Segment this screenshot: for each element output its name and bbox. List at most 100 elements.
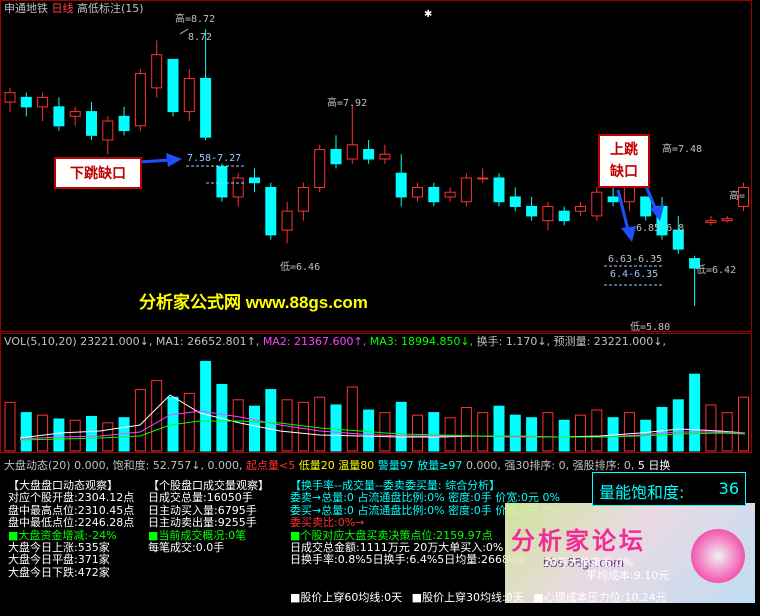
candle-body[interactable] (363, 149, 375, 160)
candle-body[interactable] (297, 186, 309, 212)
market-v3: 0.000, (465, 459, 501, 472)
volume-bar (672, 399, 684, 452)
market-big-vol: 放量≥97 (417, 459, 463, 472)
stock-app: 申通地铁 日线 高低标注(15) ✱ 高=8.72 8.72 高=7.92 高=… (0, 0, 760, 616)
volume-bar (460, 406, 472, 452)
candle-body[interactable] (477, 177, 489, 180)
market-low-vol: 低量20 (298, 459, 335, 472)
candle-body[interactable] (509, 196, 521, 207)
label-high-1: 高=8.72 (175, 12, 215, 25)
volume-bar (200, 360, 212, 452)
volume-bar (509, 414, 521, 452)
market-day: 5 日换 (637, 459, 671, 472)
panel-market-dynamics: 【大盘盘口动态观察】 对应个股开盘:2304.12点 盘中最高点位:2310.4… (8, 479, 135, 579)
candle-body[interactable] (721, 218, 733, 222)
candle-body[interactable] (526, 205, 538, 217)
callout-gap-down: 下跳缺口 (54, 157, 142, 189)
market-name[interactable]: 大盘动态(20) (4, 459, 71, 472)
candle-body[interactable] (591, 191, 603, 217)
forum-title: 分析家论坛 (511, 528, 646, 555)
candle-body[interactable] (20, 96, 32, 108)
market-strong-stock: 强股排序: 0, (572, 459, 635, 472)
volume-bar (53, 418, 65, 452)
candle-body[interactable] (151, 54, 163, 89)
panel2-row: 日成交总量:16050手 (148, 491, 253, 505)
candle-body[interactable] (118, 115, 130, 132)
label-gap-2: 6.63-6.35 (608, 254, 662, 265)
candle-body[interactable] (86, 111, 97, 136)
status-ma30: ■股价上穿30均线:0天 (411, 591, 524, 604)
panel1-row: 大盘今日下跌:472家 (8, 565, 110, 579)
candle-body[interactable] (640, 196, 652, 217)
volume-bar (134, 389, 146, 452)
volume-bar (232, 399, 244, 452)
label-low-2: 低=5.80 (630, 320, 670, 332)
candle-body[interactable] (379, 153, 391, 160)
volume-bar (444, 417, 456, 452)
candle-body[interactable] (330, 149, 342, 165)
candle-body[interactable] (623, 186, 635, 203)
market-strong30: 强30排序: 0, (504, 459, 570, 472)
candle-body[interactable] (493, 177, 505, 203)
candle-body[interactable] (395, 172, 407, 198)
panel3-row-8-right: 平均成本:9.10元 (586, 569, 670, 582)
panel1-row: 盘中最低点位:2246.28点 (8, 516, 135, 530)
volume-bar (314, 396, 326, 452)
candle-body[interactable] (37, 96, 49, 108)
volume-bar (591, 409, 603, 452)
volume-bar (738, 396, 749, 452)
candle-body[interactable] (542, 205, 554, 222)
market-header: 大盘动态(20) 0.000, 饱和度: 52.757↓, 0.000, 起点量… (4, 457, 670, 473)
volume-bar (395, 401, 407, 452)
market-saturation: 饱和度: 52.757↓, (112, 459, 204, 472)
candle-body[interactable] (4, 92, 16, 103)
panel1-row: 对应个股开盘:2304.12点 (8, 491, 135, 505)
volume-bar (249, 405, 260, 452)
candle-body[interactable] (460, 177, 472, 203)
candle-body[interactable] (183, 77, 195, 113)
candle-body[interactable] (607, 196, 619, 203)
market-v1: 0.000, (74, 459, 110, 472)
candle-body[interactable] (200, 77, 212, 138)
candle-body[interactable] (444, 191, 456, 198)
candle-body[interactable] (216, 166, 228, 198)
market-alert-vol: 警量97 (377, 459, 414, 472)
label-gap-4: 6.85-6.8 (636, 223, 684, 234)
volume-bar (689, 373, 701, 452)
label-gap-3: 6.4-6.35 (610, 269, 658, 280)
candle-body[interactable] (346, 144, 358, 160)
bottom-status-bar: ■股价上穿60均线:0天 ■股价上穿30均线:0天 ■心理成本压力位:10.24… (290, 589, 667, 605)
label-low-1: 低=6.46 (280, 260, 320, 273)
volume-bar (363, 409, 375, 452)
label-leaders (179, 28, 189, 35)
volume-bar (623, 412, 635, 452)
candle-body[interactable] (575, 205, 586, 212)
volume-bar (4, 401, 16, 452)
candle-body[interactable] (102, 120, 114, 141)
candle-body[interactable] (705, 220, 717, 224)
label-low-3: 低=6.42 (696, 263, 736, 276)
volume-chart[interactable] (0, 333, 752, 453)
candle-body[interactable] (412, 186, 423, 198)
saturation-label: 量能饱和度: (599, 483, 685, 502)
candle-body[interactable] (53, 106, 65, 127)
candle-body[interactable] (69, 111, 81, 117)
candle-body[interactable] (558, 210, 570, 222)
market-warm-vol: 温量80 (338, 459, 375, 472)
saturation-value: 36 (718, 479, 739, 498)
volume-bar (558, 419, 570, 452)
volume-bar (526, 417, 538, 452)
candle-body[interactable] (167, 58, 179, 113)
candle-body[interactable] (265, 186, 277, 236)
volume-bar (477, 412, 489, 452)
candle-body[interactable] (134, 73, 146, 127)
label-high-4: 高= (729, 189, 745, 202)
candle-body[interactable] (428, 186, 440, 203)
candle-body[interactable] (314, 149, 326, 188)
candle-body[interactable] (281, 210, 293, 231)
volume-bar (69, 419, 81, 452)
saturation-box: 量能饱和度: 36 (592, 472, 746, 506)
candle-body[interactable] (232, 177, 244, 198)
volume-bar (37, 414, 49, 452)
candle-body[interactable] (249, 177, 260, 184)
